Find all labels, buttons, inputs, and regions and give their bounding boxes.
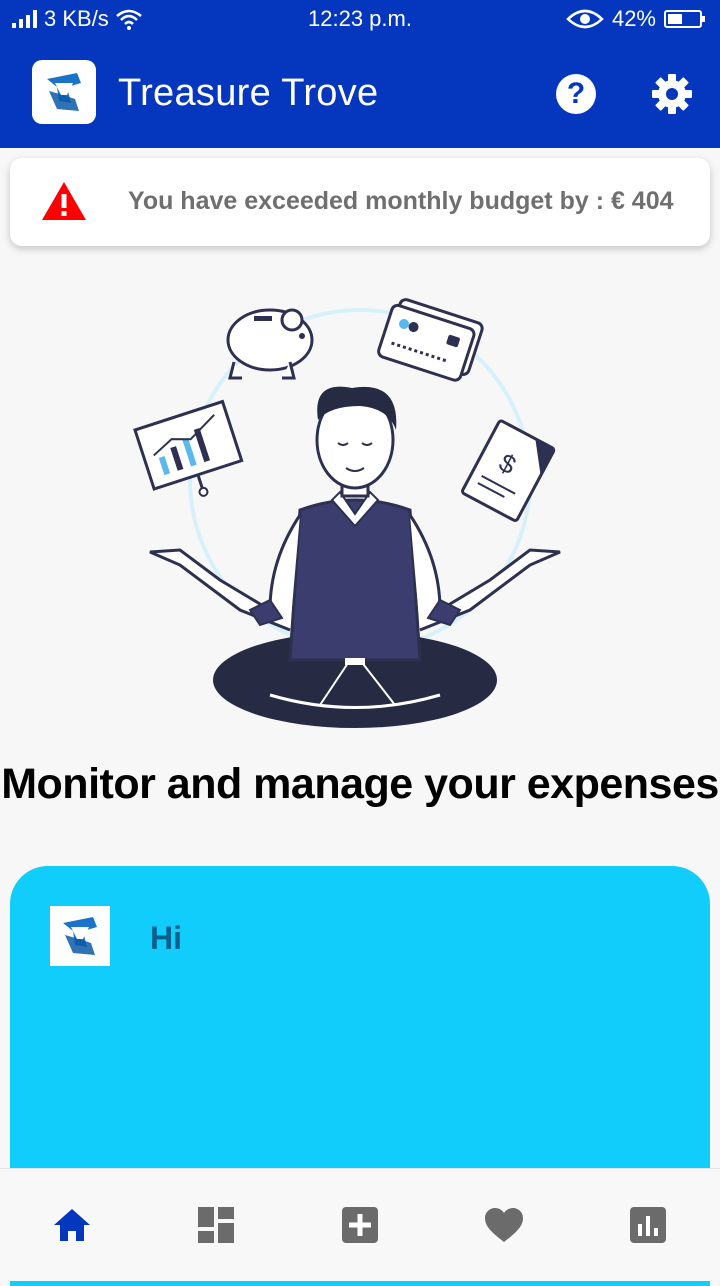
eye-icon <box>566 9 604 29</box>
greeting-text: Hi <box>150 920 182 956</box>
greeting-logo <box>50 906 110 966</box>
alert-message: You have exceeded monthly budget by : € … <box>128 187 674 215</box>
nav-home[interactable] <box>50 1203 94 1247</box>
logo-icon <box>39 67 89 117</box>
heart-icon <box>485 1208 523 1242</box>
battery-percent: 42% <box>611 6 656 31</box>
nav-add[interactable] <box>338 1203 382 1247</box>
chart-icon <box>630 1207 666 1243</box>
battery-icon <box>664 10 705 28</box>
home-icon <box>54 1209 90 1241</box>
dashboard-icon <box>198 1207 234 1243</box>
piggy-bank-icon <box>226 308 314 380</box>
status-right: 42% <box>566 6 706 32</box>
meditating-man-illustration: $ <box>133 298 561 728</box>
status-bar: 3 KB/s 12:23 p.m. 42% <box>0 0 720 36</box>
logo-icon <box>63 917 97 955</box>
app-logo <box>32 60 96 124</box>
nav-statistics[interactable] <box>626 1203 670 1247</box>
budget-alert-card[interactable]: You have exceeded monthly budget by : € … <box>10 158 710 246</box>
nav-favorites[interactable] <box>482 1203 526 1247</box>
gear-icon <box>652 74 692 114</box>
dollar-document-icon: $ <box>461 419 556 522</box>
add-icon <box>342 1207 378 1243</box>
app-title: Treasure Trove <box>118 72 379 114</box>
warning-icon <box>42 182 86 220</box>
bottom-navigation <box>0 1168 720 1281</box>
settings-button[interactable] <box>650 72 694 116</box>
headline: Monitor and manage your expenses <box>1 760 719 808</box>
nav-dashboard[interactable] <box>194 1203 238 1247</box>
app-bar: Treasure Trove ? <box>0 36 720 148</box>
credit-card-icon <box>377 298 484 382</box>
help-button[interactable]: ? <box>556 74 596 114</box>
